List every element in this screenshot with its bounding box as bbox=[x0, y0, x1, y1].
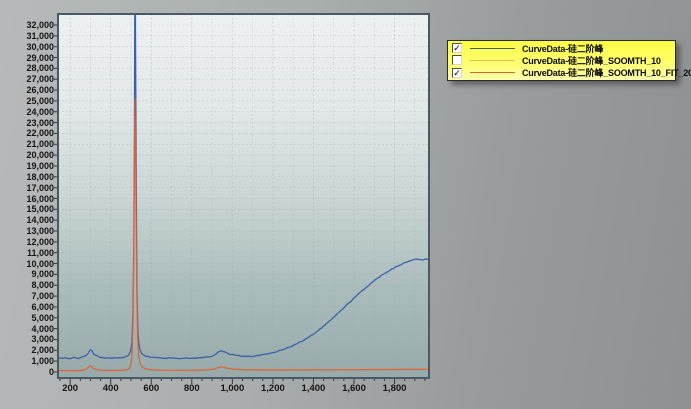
y-tick-label: 4,000 bbox=[2, 324, 54, 334]
y-tick-label: 20,000 bbox=[2, 150, 54, 160]
y-tick-label: 28,000 bbox=[2, 63, 54, 73]
y-tick-label: 3,000 bbox=[2, 334, 54, 344]
legend-checkbox-1[interactable] bbox=[452, 55, 462, 65]
y-tick-label: 14,000 bbox=[2, 215, 54, 225]
legend: ✓CurveData-硅二阶峰CurveData-硅二阶峰_SOOMTH_10✓… bbox=[447, 40, 676, 81]
y-tick-label: 1,000 bbox=[2, 356, 54, 366]
y-tick-label: 27,000 bbox=[2, 74, 54, 84]
y-tick-label: 25,000 bbox=[2, 96, 54, 106]
y-tick-label: 0 bbox=[2, 367, 54, 377]
y-tick-label: 7,000 bbox=[2, 291, 54, 301]
plot-area[interactable] bbox=[0, 0, 445, 409]
y-tick-label: 13,000 bbox=[2, 226, 54, 236]
y-tick-label: 6,000 bbox=[2, 302, 54, 312]
y-tick-label: 2,000 bbox=[2, 345, 54, 355]
legend-item-0[interactable]: ✓ CurveData-硅二阶峰 bbox=[448, 42, 675, 54]
y-tick-label: 17,000 bbox=[2, 183, 54, 193]
legend-label: CurveData-硅二阶峰_SOOMTH_10_FIT_20 bbox=[522, 66, 691, 79]
y-tick-label: 12,000 bbox=[2, 237, 54, 247]
legend-label: CurveData-硅二阶峰 bbox=[522, 42, 603, 55]
y-tick-label: 15,000 bbox=[2, 204, 54, 214]
y-tick-label: 23,000 bbox=[2, 118, 54, 128]
x-tick-label: 1,800 bbox=[365, 383, 425, 394]
y-tick-label: 19,000 bbox=[2, 161, 54, 171]
app-window: 01,0002,0003,0004,0005,0006,0007,0008,00… bbox=[0, 0, 691, 409]
y-tick-label: 32,000 bbox=[2, 20, 54, 30]
legend-line-swatch bbox=[470, 72, 515, 73]
y-tick-label: 30,000 bbox=[2, 42, 54, 52]
legend-label: CurveData-硅二阶峰_SOOMTH_10 bbox=[522, 54, 661, 67]
y-tick-label: 22,000 bbox=[2, 128, 54, 138]
y-tick-label: 26,000 bbox=[2, 85, 54, 95]
y-tick-label: 31,000 bbox=[2, 31, 54, 41]
legend-line-swatch bbox=[470, 48, 515, 49]
y-tick-label: 10,000 bbox=[2, 259, 54, 269]
legend-checkbox-2[interactable]: ✓ bbox=[452, 68, 462, 78]
y-tick-label: 9,000 bbox=[2, 269, 54, 279]
y-tick-label: 11,000 bbox=[2, 248, 54, 258]
y-tick-label: 21,000 bbox=[2, 139, 54, 149]
legend-item-1[interactable]: CurveData-硅二阶峰_SOOMTH_10 bbox=[448, 54, 675, 66]
y-tick-label: 16,000 bbox=[2, 194, 54, 204]
chart-panel: 01,0002,0003,0004,0005,0006,0007,0008,00… bbox=[0, 0, 445, 409]
y-tick-label: 8,000 bbox=[2, 280, 54, 290]
y-tick-label: 18,000 bbox=[2, 172, 54, 182]
legend-line-swatch bbox=[470, 60, 515, 61]
y-tick-label: 5,000 bbox=[2, 313, 54, 323]
legend-item-2[interactable]: ✓CurveData-硅二阶峰_SOOMTH_10_FIT_20 bbox=[448, 67, 675, 79]
y-tick-label: 29,000 bbox=[2, 53, 54, 63]
y-tick-label: 24,000 bbox=[2, 107, 54, 117]
legend-checkbox-0[interactable]: ✓ bbox=[452, 43, 462, 53]
